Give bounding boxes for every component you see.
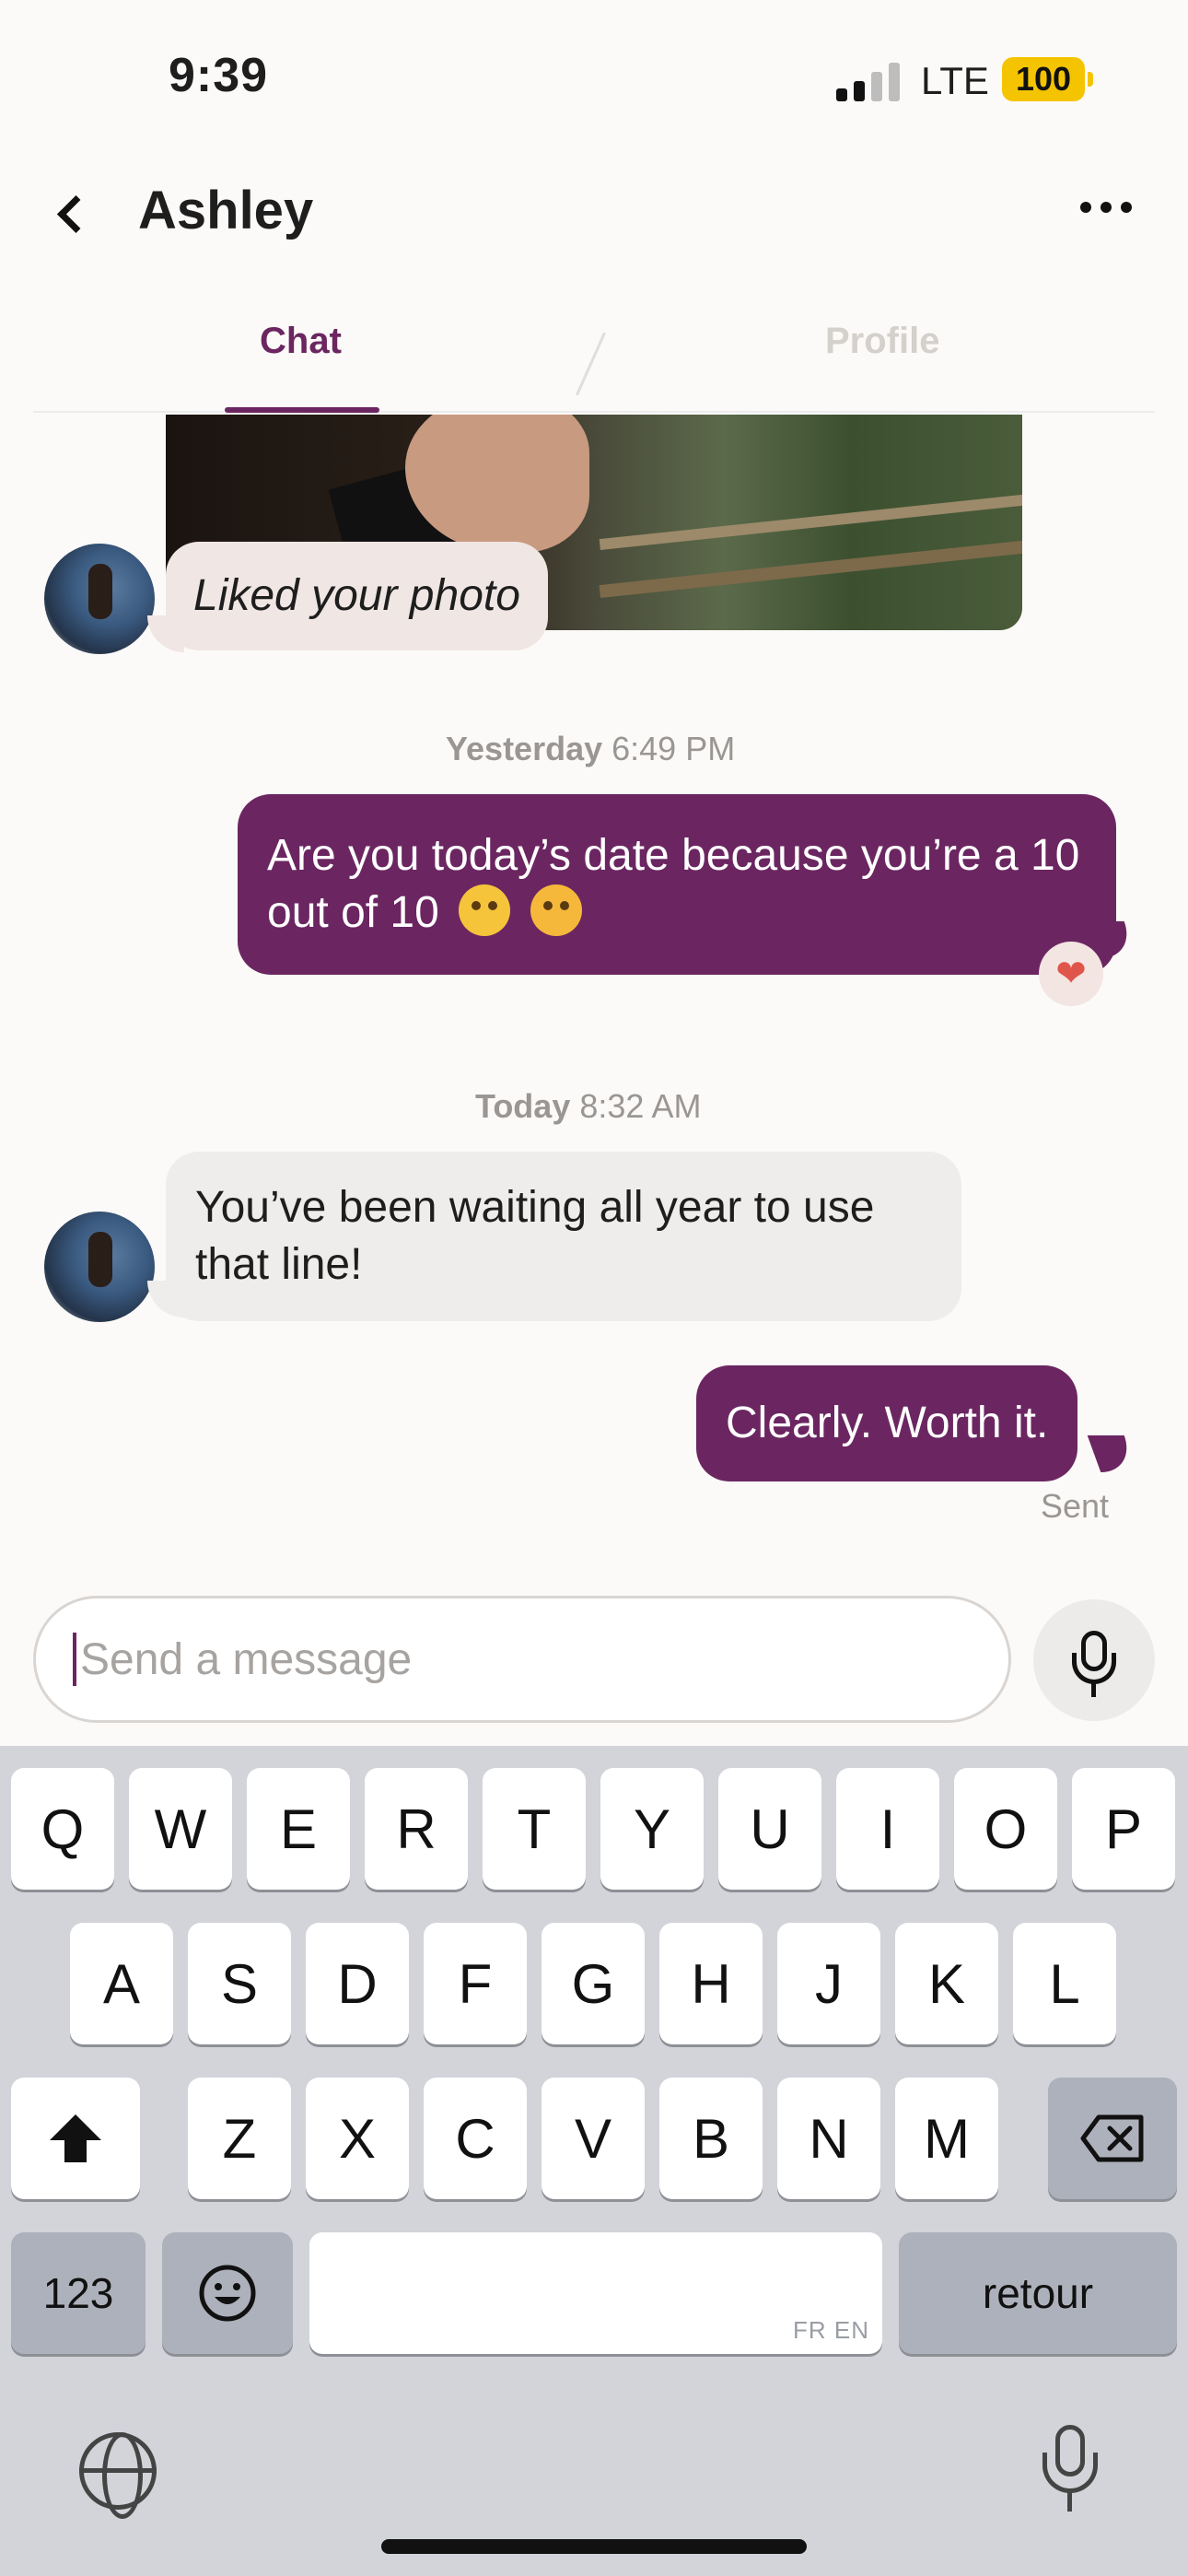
outgoing-message-bubble[interactable]: Clearly. Worth it. bbox=[696, 1365, 1078, 1481]
key-g[interactable]: G bbox=[542, 1923, 645, 2044]
key-w[interactable]: W bbox=[129, 1768, 232, 1890]
timestamp-time: 8:32 AM bbox=[579, 1087, 702, 1125]
key-q[interactable]: Q bbox=[11, 1768, 114, 1890]
timestamp-day: Today bbox=[475, 1087, 571, 1125]
message-status: Sent bbox=[1041, 1487, 1110, 1525]
tab-chat[interactable]: Chat bbox=[260, 321, 342, 362]
key-b[interactable]: B bbox=[659, 2078, 763, 2199]
message-placeholder: Send a message bbox=[80, 1634, 413, 1684]
key-x[interactable]: X bbox=[306, 2078, 409, 2199]
key-z[interactable]: Z bbox=[188, 2078, 291, 2199]
space-bar[interactable]: FR EN bbox=[309, 2232, 882, 2354]
timestamp-day: Yesterday bbox=[446, 730, 603, 767]
key-u[interactable]: U bbox=[718, 1768, 821, 1890]
contact-name[interactable]: Ashley bbox=[138, 180, 313, 241]
text-caret bbox=[73, 1633, 76, 1686]
voice-message-button[interactable] bbox=[1033, 1599, 1155, 1721]
timestamp-time: 6:49 PM bbox=[611, 730, 736, 767]
laughing-tears-emoji-icon bbox=[459, 884, 511, 936]
key-y[interactable]: Y bbox=[600, 1768, 704, 1890]
dictation-microphone-icon[interactable] bbox=[1042, 2425, 1098, 2517]
incoming-message-bubble[interactable]: You’ve been waiting all year to use that… bbox=[166, 1152, 961, 1321]
key-s[interactable]: S bbox=[188, 1923, 291, 2044]
key-m[interactable]: M bbox=[895, 2078, 998, 2199]
shift-key[interactable] bbox=[11, 2078, 140, 2199]
key-f[interactable]: F bbox=[424, 1923, 527, 2044]
key-n[interactable]: N bbox=[777, 2078, 880, 2199]
numbers-key[interactable]: 123 bbox=[11, 2232, 146, 2354]
cellular-signal-icon bbox=[836, 61, 901, 101]
message-input[interactable]: Send a message bbox=[33, 1596, 1011, 1723]
key-k[interactable]: K bbox=[895, 1923, 998, 2044]
outgoing-message-bubble[interactable]: Are you today’s date because you’re a 10… bbox=[238, 794, 1116, 975]
return-key[interactable]: retour bbox=[899, 2232, 1177, 2354]
keyboard-language-hint: FR EN bbox=[793, 2316, 869, 2344]
key-p[interactable]: P bbox=[1072, 1768, 1175, 1890]
status-time: 9:39 bbox=[169, 49, 269, 102]
key-t[interactable]: T bbox=[483, 1768, 586, 1890]
kissing-wink-emoji-icon bbox=[530, 884, 582, 936]
back-chevron-icon[interactable] bbox=[52, 184, 92, 245]
key-e[interactable]: E bbox=[247, 1768, 350, 1890]
heart-reaction-icon[interactable]: ❤ bbox=[1039, 942, 1103, 1006]
more-options-icon[interactable] bbox=[1074, 193, 1138, 221]
key-r[interactable]: R bbox=[365, 1768, 468, 1890]
delete-key[interactable] bbox=[1048, 2078, 1177, 2199]
battery-tip bbox=[1088, 72, 1093, 87]
key-a[interactable]: A bbox=[70, 1923, 173, 2044]
emoji-key[interactable] bbox=[162, 2232, 293, 2354]
keyboard: Q W E R T Y U I O P A S D F G H J K L Z … bbox=[0, 1746, 1188, 2576]
tab-profile[interactable]: Profile bbox=[825, 321, 939, 362]
network-type: LTE bbox=[921, 59, 989, 102]
key-c[interactable]: C bbox=[424, 2078, 527, 2199]
message-text: Are you today’s date because you’re a 10… bbox=[267, 831, 1080, 937]
key-o[interactable]: O bbox=[954, 1768, 1057, 1890]
contact-avatar[interactable] bbox=[44, 544, 155, 654]
bubble-tail bbox=[1087, 1435, 1138, 1472]
liked-photo-message: Liked your photo bbox=[166, 542, 548, 650]
shift-arrow-icon bbox=[50, 2114, 101, 2162]
backspace-icon bbox=[1080, 2114, 1144, 2162]
message-timestamp: Yesterday 6:49 PM bbox=[446, 730, 735, 768]
key-i[interactable]: I bbox=[836, 1768, 939, 1890]
contact-avatar[interactable] bbox=[44, 1212, 155, 1322]
message-timestamp: Today 8:32 AM bbox=[475, 1087, 701, 1126]
key-d[interactable]: D bbox=[306, 1923, 409, 2044]
emoji-smiley-icon bbox=[199, 2265, 256, 2322]
home-indicator bbox=[381, 2539, 807, 2554]
key-h[interactable]: H bbox=[659, 1923, 763, 2044]
key-j[interactable]: J bbox=[777, 1923, 880, 2044]
key-l[interactable]: L bbox=[1013, 1923, 1116, 2044]
battery-indicator: 100 bbox=[1002, 57, 1085, 101]
globe-icon[interactable] bbox=[79, 2432, 157, 2519]
active-tab-indicator bbox=[225, 407, 379, 413]
key-v[interactable]: V bbox=[542, 2078, 645, 2199]
